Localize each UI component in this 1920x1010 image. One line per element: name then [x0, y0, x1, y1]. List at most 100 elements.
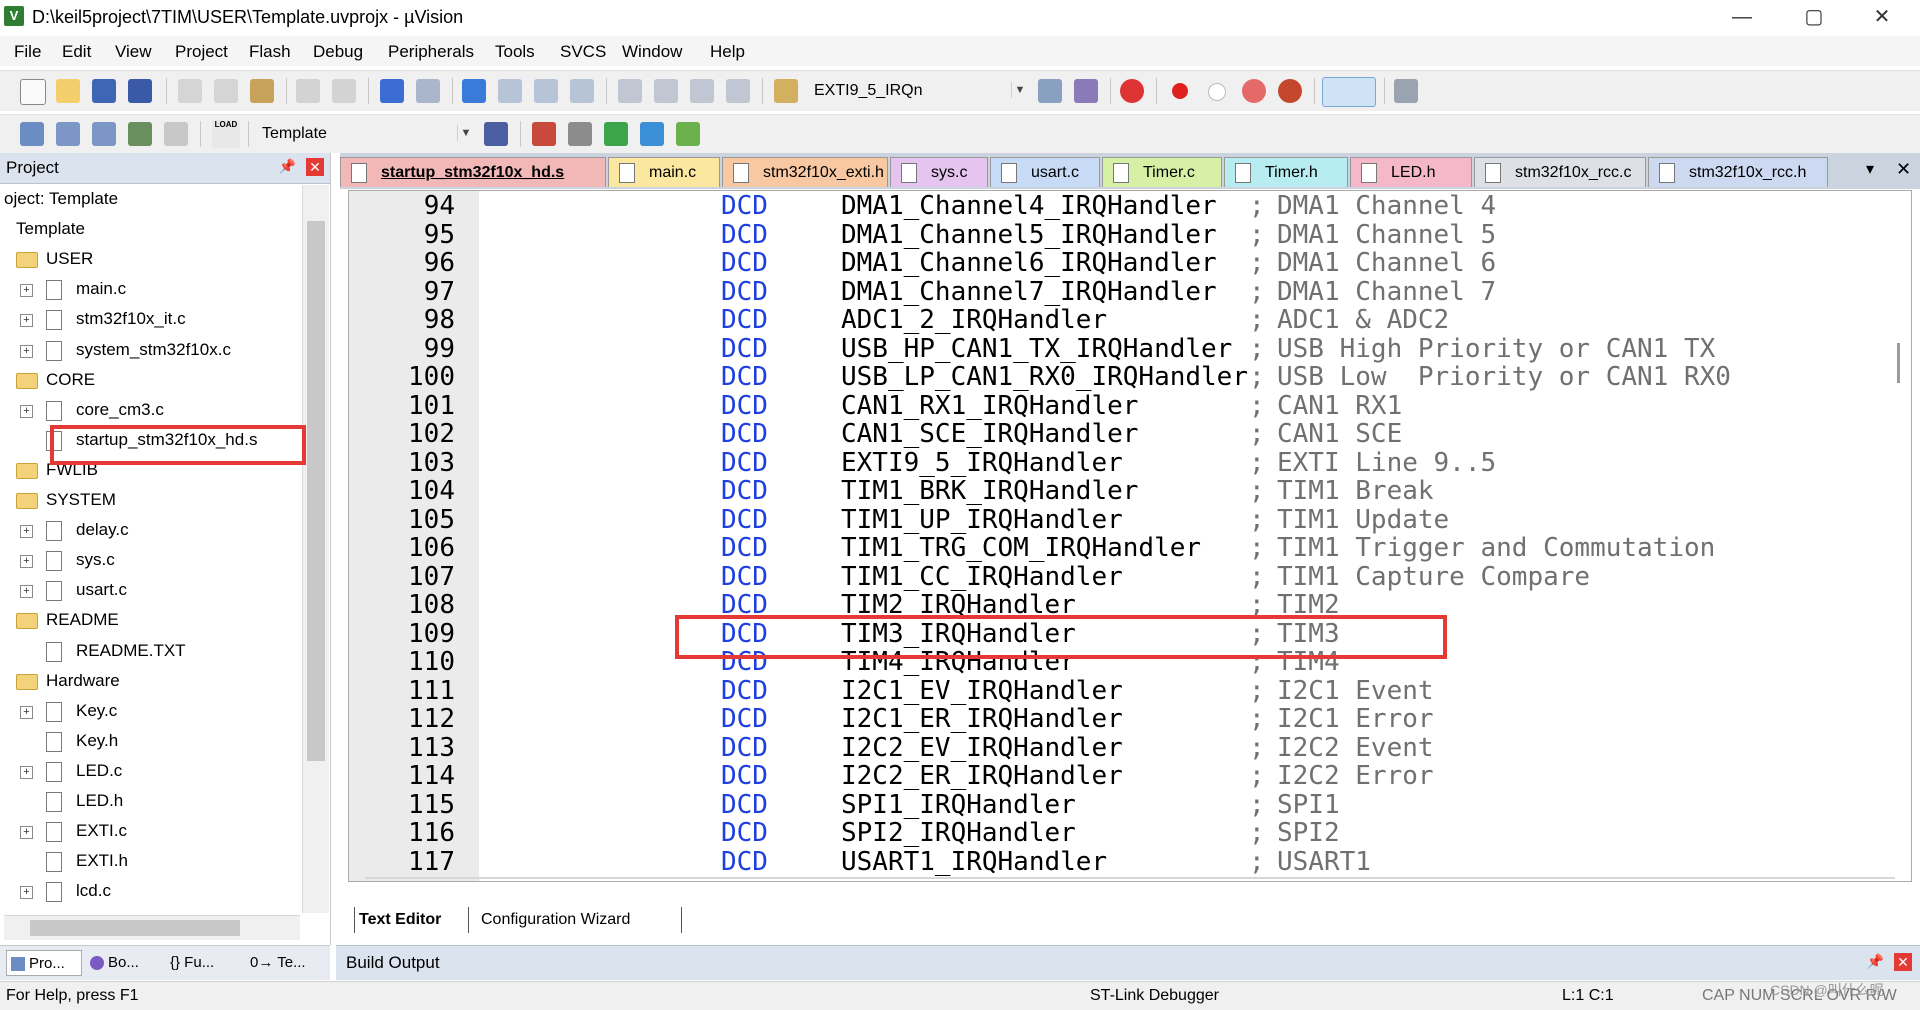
navigate-back-icon[interactable] [380, 79, 404, 103]
find-in-files-icon[interactable] [774, 79, 798, 103]
expand-icon[interactable]: + [20, 525, 33, 539]
editor-horizontal-scroll-track[interactable] [365, 877, 1895, 879]
prev-bookmark-icon[interactable] [498, 79, 522, 103]
indent-icon[interactable] [618, 79, 642, 103]
save-icon[interactable] [92, 79, 116, 103]
scrollbar-thumb[interactable] [307, 221, 325, 761]
rebuild-icon[interactable] [92, 122, 116, 146]
code-line[interactable]: 117 DCD USART1_IRQHandler; USART1 [349, 847, 1889, 877]
pack-installer-icon[interactable] [640, 122, 664, 146]
code-line[interactable]: 101 DCD CAN1_RX1_IRQHandler; CAN1 RX1 [349, 391, 1889, 421]
tree-item-file[interactable]: LED.h [0, 789, 300, 815]
uncomment-icon[interactable] [726, 79, 750, 103]
tree-item-folder[interactable]: SYSTEM [0, 488, 300, 514]
editor-tab[interactable]: stm32f10x_rcc.h [1648, 157, 1828, 187]
copy-icon[interactable] [214, 79, 238, 103]
editor-tab[interactable]: stm32f10x_rcc.c [1474, 157, 1646, 187]
stop-build-icon[interactable] [164, 122, 188, 146]
kill-all-breakpoints-icon[interactable] [1278, 79, 1302, 103]
manage-components-icon[interactable] [532, 122, 556, 146]
tree-item-folder[interactable]: USER [0, 247, 300, 273]
tree-item-file[interactable]: Key.h [0, 729, 300, 755]
tree-vertical-scrollbar[interactable] [302, 185, 329, 913]
menu-window[interactable]: Window [622, 42, 682, 62]
editor-tab[interactable]: usart.c [990, 157, 1100, 187]
code-line[interactable]: 114 DCD I2C2_ER_IRQHandler; I2C2 Error [349, 761, 1889, 791]
editor-tab[interactable]: Timer.h [1224, 157, 1348, 187]
code-line[interactable]: 103 DCD EXTI9_5_IRQHandler; EXTI Line 9..5 [349, 448, 1889, 478]
navigate-forward-icon[interactable] [416, 79, 440, 103]
paste-icon[interactable] [250, 79, 274, 103]
close-window-button[interactable]: ✕ [1852, 0, 1912, 34]
tree-item-target[interactable]: Template [0, 217, 300, 243]
tree-item-file[interactable]: + delay.c [0, 518, 300, 544]
tab-templates[interactable]: 0→ Te... [246, 950, 326, 976]
tree-item-file[interactable]: + EXTI.c [0, 819, 300, 845]
code-line[interactable]: 104 DCD TIM1_BRK_IRQHandler; TIM1 Break [349, 476, 1889, 506]
close-icon[interactable]: ✕ [1894, 953, 1912, 971]
editor-tab[interactable]: main.c [608, 157, 720, 187]
tree-item-file[interactable]: + lcd.c [0, 879, 300, 905]
target-options-icon[interactable] [484, 122, 508, 146]
disable-breakpoint-icon[interactable] [1208, 83, 1226, 101]
comment-icon[interactable] [690, 79, 714, 103]
menu-edit[interactable]: Edit [62, 42, 91, 62]
expand-icon[interactable]: + [20, 886, 33, 900]
tree-item-file[interactable]: + Key.c [0, 699, 300, 725]
code-line[interactable]: 113 DCD I2C2_EV_IRQHandler; I2C2 Event [349, 733, 1889, 763]
function-combo[interactable]: EXTI9_5_IRQn ▼ [808, 79, 1030, 103]
pin-icon[interactable]: 📌 [1867, 953, 1884, 970]
translate-icon[interactable] [20, 122, 44, 146]
select-packs-icon[interactable] [676, 122, 700, 146]
expand-icon[interactable]: + [20, 344, 33, 358]
menu-peripherals[interactable]: Peripherals [388, 42, 474, 62]
expand-icon[interactable]: + [20, 765, 33, 779]
tab-list-dropdown-icon[interactable]: ▾ [1866, 159, 1874, 179]
tree-item-file[interactable]: README.TXT [0, 639, 300, 665]
target-combo[interactable]: Template ▼ [256, 122, 476, 146]
code-line[interactable]: 105 DCD TIM1_UP_IRQHandler; TIM1 Update [349, 505, 1889, 535]
code-line[interactable]: 95 DCD DMA1_Channel5_IRQHandler; DMA1 Chann… [349, 220, 1889, 250]
expand-icon[interactable]: + [20, 585, 33, 599]
tree-item-file[interactable]: + stm32f10x_it.c [0, 307, 300, 333]
debug-session-icon[interactable] [1120, 79, 1144, 103]
code-line[interactable]: 97 DCD DMA1_Channel7_IRQHandler; DMA1 Chann… [349, 277, 1889, 307]
undo-icon[interactable] [296, 79, 320, 103]
menu-file[interactable]: File [14, 42, 41, 62]
download-load-icon[interactable]: LOAD [212, 120, 240, 148]
code-line[interactable]: 116 DCD SPI2_IRQHandler; SPI2 [349, 818, 1889, 848]
disable-all-breakpoints-icon[interactable] [1242, 79, 1266, 103]
tree-item-file[interactable]: + main.c [0, 277, 300, 303]
code-line[interactable]: 107 DCD TIM1_CC_IRQHandler; TIM1 Capture Co… [349, 562, 1889, 592]
open-folder-icon[interactable] [56, 79, 80, 103]
bookmark-icon[interactable] [462, 79, 486, 103]
expand-icon[interactable]: + [20, 284, 33, 298]
maximize-button[interactable]: ▢ [1784, 0, 1844, 34]
manage-project-items-icon[interactable] [568, 122, 592, 146]
tree-item-file[interactable]: + LED.c [0, 759, 300, 785]
next-bookmark-icon[interactable] [534, 79, 558, 103]
close-editor-icon[interactable]: ✕ [1896, 159, 1911, 180]
menu-view[interactable]: View [115, 42, 152, 62]
tree-item-file[interactable]: + sys.c [0, 548, 300, 574]
cut-icon[interactable] [178, 79, 202, 103]
code-editor[interactable]: 94 DCD DMA1_Channel4_IRQHandler; DMA1 Chann… [348, 190, 1912, 882]
tab-books[interactable]: Bo... [86, 950, 160, 976]
menu-flash[interactable]: Flash [249, 42, 291, 62]
close-icon[interactable]: ✕ [306, 158, 324, 176]
tree-item-file[interactable]: EXTI.h [0, 849, 300, 875]
batch-build-icon[interactable] [128, 122, 152, 146]
code-line[interactable]: 100 DCD USB_LP_CAN1_RX0_IRQHandler; USB Low… [349, 362, 1889, 392]
code-line[interactable]: 115 DCD SPI1_IRQHandler; SPI1 [349, 790, 1889, 820]
expand-icon[interactable]: + [20, 705, 33, 719]
editor-tab[interactable]: startup_stm32f10x_hd.s [340, 157, 606, 187]
menu-project[interactable]: Project [175, 42, 228, 62]
expand-icon[interactable]: + [20, 404, 33, 418]
tree-item-file[interactable]: + usart.c [0, 578, 300, 604]
find-icon[interactable] [1038, 79, 1062, 103]
redo-icon[interactable] [332, 79, 356, 103]
run-time-environment-icon[interactable] [604, 122, 628, 146]
code-line[interactable]: 111 DCD I2C1_EV_IRQHandler; I2C1 Event [349, 676, 1889, 706]
expand-icon[interactable]: + [20, 826, 33, 840]
tab-functions[interactable]: {} Fu... [166, 950, 242, 976]
